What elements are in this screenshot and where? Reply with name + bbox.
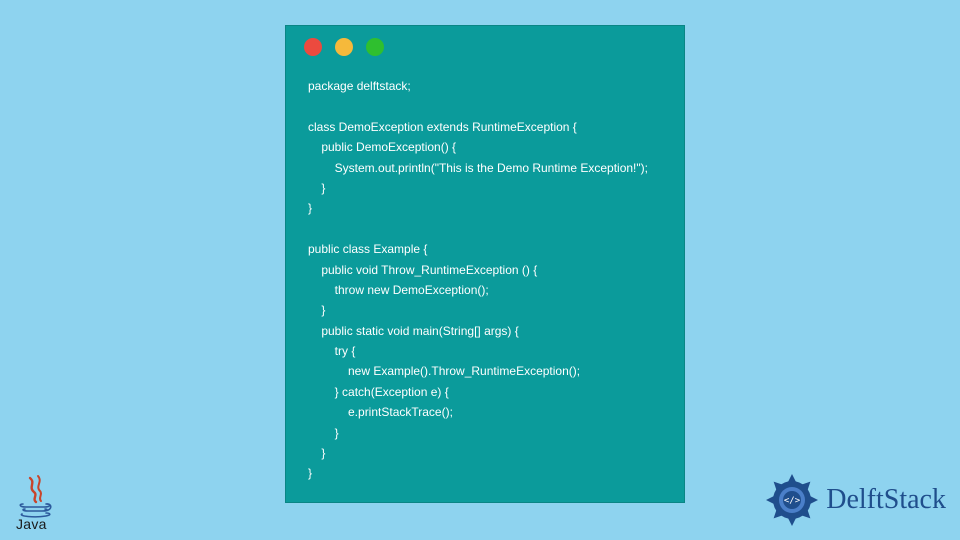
close-icon[interactable] <box>304 38 322 56</box>
maximize-icon[interactable] <box>366 38 384 56</box>
delftstack-label: DelftStack <box>826 484 946 516</box>
delftstack-gear-icon: </> <box>764 472 820 528</box>
code-window: package delftstack; class DemoException … <box>285 25 685 503</box>
svg-text:</>: </> <box>784 496 801 506</box>
java-cup-icon <box>16 474 56 518</box>
delftstack-logo: </> DelftStack <box>764 472 946 528</box>
java-label: Java <box>16 516 64 532</box>
code-content: package delftstack; class DemoException … <box>286 68 684 502</box>
java-logo: Java <box>16 474 64 532</box>
window-titlebar <box>286 26 684 68</box>
minimize-icon[interactable] <box>335 38 353 56</box>
